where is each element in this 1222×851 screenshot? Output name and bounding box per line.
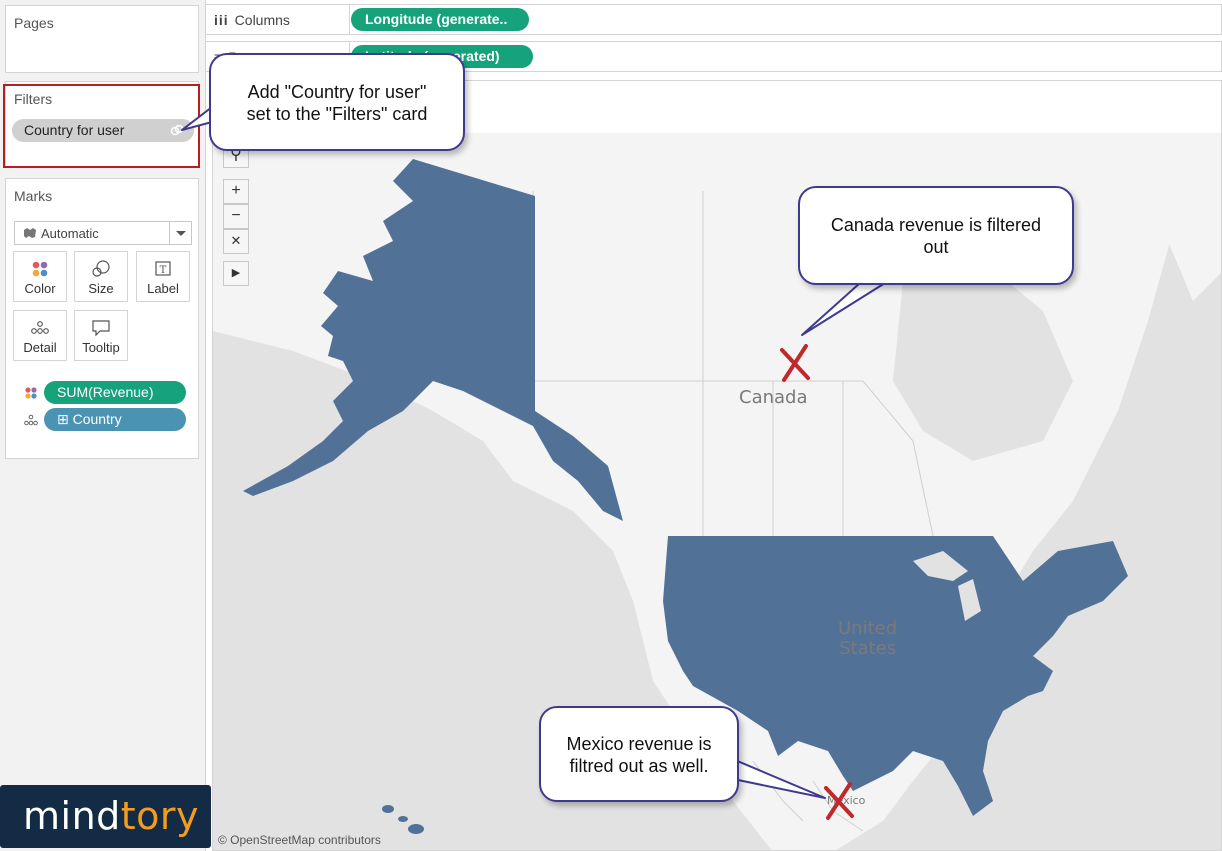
- map-icon: [24, 228, 36, 238]
- filter-pill-country-for-user[interactable]: Country for user: [12, 119, 194, 142]
- color-button[interactable]: Color: [13, 251, 67, 302]
- pin-reset-icon[interactable]: ✕: [223, 229, 249, 254]
- map-toolbar: ⚲ + − ✕ ▶: [223, 143, 249, 289]
- zoom-in-icon[interactable]: +: [223, 179, 249, 204]
- mexico-label: Mexico: [827, 794, 866, 807]
- logo-text-main: mind: [23, 794, 121, 838]
- canada-label: Canada: [739, 387, 808, 408]
- tooltip-button[interactable]: Tooltip: [74, 310, 128, 361]
- size-button-label: Size: [88, 281, 114, 296]
- field-pill-sum-revenue[interactable]: SUM(Revenue): [44, 381, 186, 404]
- marks-card: Marks Automatic Color Size T Label Detai…: [5, 178, 199, 459]
- label-button-label: Label: [147, 281, 179, 296]
- detail-button-label: Detail: [23, 340, 57, 355]
- marks-title: Marks: [14, 188, 53, 204]
- label-icon: T: [155, 261, 171, 276]
- callout-filters-line-2: set to the "Filters" card: [246, 104, 428, 124]
- left-panel: Pages Filters Country for user Marks Aut…: [0, 0, 206, 851]
- field-pill-sum-revenue-label: SUM(Revenue): [57, 384, 154, 400]
- united-states-label: United States: [838, 618, 898, 659]
- pages-card[interactable]: Pages: [5, 5, 199, 73]
- expand-arrow-icon[interactable]: ▶: [223, 261, 249, 286]
- detail-icon: [31, 321, 49, 334]
- color-icon: [32, 261, 48, 277]
- callout-canada: Canada revenue is filtered out: [798, 186, 1074, 285]
- columns-shelf-label-wrap: iii Columns: [214, 12, 344, 28]
- filter-pill-label: Country for user: [24, 122, 125, 138]
- tooltip-icon: [92, 320, 110, 337]
- callout-canada-line-1: Canada revenue is filtered: [830, 215, 1042, 235]
- callout-canada-line-2: out: [923, 237, 949, 257]
- size-button[interactable]: Size: [74, 251, 128, 302]
- set-link-icon: [170, 124, 184, 136]
- callout-mexico-line-2: filtred out as well.: [569, 756, 709, 776]
- logo-text-accent: tory: [120, 794, 200, 838]
- size-icon: [92, 260, 110, 277]
- callout-mexico-line-1: Mexico revenue is: [566, 734, 712, 754]
- chevron-down-icon[interactable]: [169, 222, 191, 244]
- mark-type-dropdown[interactable]: Automatic: [14, 221, 192, 245]
- columns-icon: iii: [214, 12, 229, 28]
- tooltip-button-label: Tooltip: [82, 340, 120, 355]
- longitude-pill[interactable]: Longitude (generate..: [351, 8, 529, 31]
- columns-label: Columns: [234, 12, 290, 28]
- callout-mexico: Mexico revenue is filtred out as well.: [539, 706, 739, 802]
- color-icon: [25, 387, 37, 399]
- zoom-out-icon[interactable]: −: [223, 204, 249, 229]
- field-pill-country[interactable]: ⊞ Country: [44, 408, 186, 431]
- mark-type-label: Automatic: [41, 226, 99, 241]
- color-button-label: Color: [24, 281, 56, 296]
- pages-title: Pages: [14, 15, 54, 31]
- map-credit[interactable]: © OpenStreetMap contributors: [218, 833, 381, 847]
- mindtory-logo: mindtory: [0, 785, 211, 848]
- detail-icon: [24, 414, 38, 426]
- callout-filters: Add "Country for user" set to the "Filte…: [209, 53, 465, 151]
- label-button[interactable]: T Label: [136, 251, 190, 302]
- detail-button[interactable]: Detail: [13, 310, 67, 361]
- field-pill-country-label: ⊞ Country: [57, 411, 122, 427]
- svg-text:T: T: [160, 265, 167, 276]
- shelf-divider: [349, 5, 350, 34]
- callout-filters-line-1: Add "Country for user": [247, 82, 427, 102]
- filters-card[interactable]: Filters Country for user: [5, 81, 199, 168]
- filters-title: Filters: [14, 91, 53, 107]
- columns-shelf[interactable]: iii Columns Longitude (generate..: [205, 4, 1222, 35]
